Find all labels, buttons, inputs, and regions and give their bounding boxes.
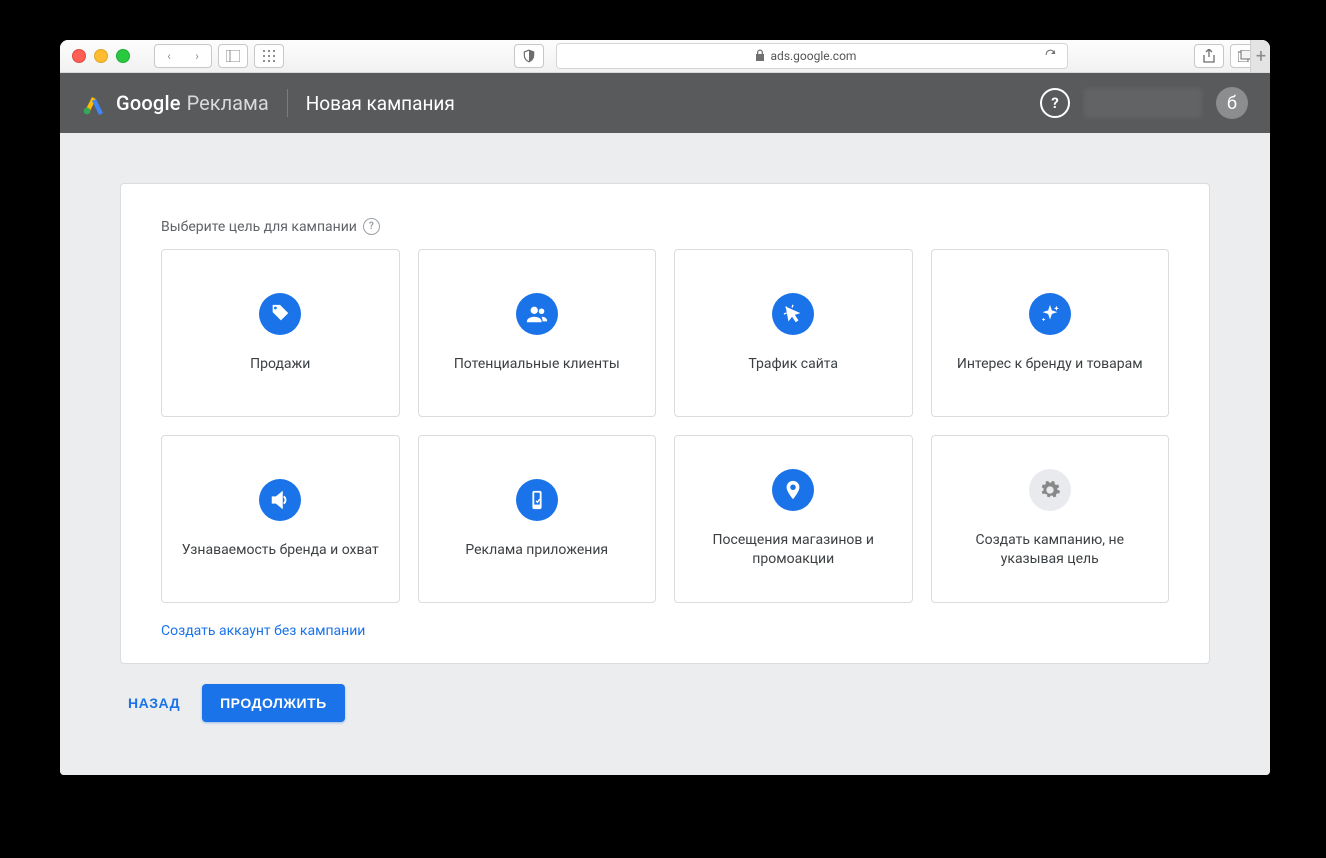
continue-button[interactable]: ПРОДОЛЖИТЬ <box>202 684 345 722</box>
goal-card-cursor[interactable]: Трафик сайта <box>674 249 913 417</box>
back-button[interactable]: НАЗАД <box>120 685 188 721</box>
ads-logo-icon <box>82 91 106 115</box>
divider <box>287 89 288 117</box>
goal-card-panel: Выберите цель для кампании ? Продажи Поте… <box>120 183 1210 664</box>
lock-icon <box>755 49 765 64</box>
help-icon[interactable]: ? <box>1040 88 1070 118</box>
goal-label: Создать кампанию, не указывая цель <box>944 531 1157 569</box>
pin-icon <box>772 469 814 511</box>
help-tooltip-icon[interactable]: ? <box>363 218 380 235</box>
window-zoom-button[interactable] <box>116 49 130 63</box>
cursor-icon <box>772 293 814 335</box>
sidebar-toggle-button[interactable] <box>218 44 248 68</box>
goal-card-speaker[interactable]: Узнаваемость бренда и охват <box>161 435 400 603</box>
phone-icon <box>516 479 558 521</box>
speaker-icon <box>259 479 301 521</box>
privacy-shield-button[interactable] <box>514 44 544 68</box>
section-title: Выберите цель для кампании <box>161 219 357 235</box>
goal-card-pin[interactable]: Посещения магазинов и промоакции <box>674 435 913 603</box>
content-area: Выберите цель для кампании ? Продажи Поте… <box>60 133 1270 775</box>
traffic-lights <box>72 49 130 63</box>
goal-card-gear[interactable]: Создать кампанию, не указывая цель <box>931 435 1170 603</box>
brand-ads: Реклама <box>187 91 269 115</box>
goal-label: Трафик сайта <box>748 355 838 374</box>
goal-label: Интерес к бренду и товарам <box>957 355 1143 374</box>
app-header: Google Реклама Новая кампания ? б <box>60 73 1270 133</box>
goal-card-people[interactable]: Потенциальные клиенты <box>418 249 657 417</box>
window-minimize-button[interactable] <box>94 49 108 63</box>
chevron-right-icon: › <box>183 49 211 63</box>
nav-back-forward[interactable]: ‹ › <box>154 44 212 68</box>
avatar[interactable]: б <box>1216 87 1248 119</box>
reload-icon[interactable] <box>1044 48 1057 64</box>
tag-icon <box>259 293 301 335</box>
sparkle-icon <box>1029 293 1071 335</box>
goal-card-sparkle[interactable]: Интерес к бренду и товарам <box>931 249 1170 417</box>
page-title: Новая кампания <box>306 92 455 115</box>
goal-label: Продажи <box>250 355 310 374</box>
goal-grid: Продажи Потенциальные клиенты Трафик сайта… <box>161 249 1169 603</box>
tab-grid-button[interactable] <box>254 44 284 68</box>
share-button[interactable] <box>1194 44 1224 68</box>
create-account-link[interactable]: Создать аккаунт без кампании <box>161 623 365 639</box>
account-info[interactable] <box>1084 88 1202 118</box>
new-tab-button[interactable]: + <box>1250 40 1270 72</box>
window-close-button[interactable] <box>72 49 86 63</box>
goal-label: Потенциальные клиенты <box>454 355 620 374</box>
address-bar[interactable]: ads.google.com <box>556 43 1068 69</box>
google-ads-logo[interactable]: Google Реклама <box>82 91 269 115</box>
goal-card-tag[interactable]: Продажи <box>161 249 400 417</box>
goal-label: Реклама приложения <box>465 541 608 560</box>
gear-icon <box>1029 469 1071 511</box>
url-text: ads.google.com <box>771 49 857 63</box>
people-icon <box>516 293 558 335</box>
goal-label: Узнаваемость бренда и охват <box>182 541 379 560</box>
browser-titlebar: ‹ › <box>60 40 1270 73</box>
browser-window: ‹ › <box>60 40 1270 775</box>
brand-google: Google <box>116 91 181 115</box>
goal-label: Посещения магазинов и промоакции <box>687 531 900 569</box>
goal-card-phone[interactable]: Реклама приложения <box>418 435 657 603</box>
chevron-left-icon: ‹ <box>155 49 183 63</box>
